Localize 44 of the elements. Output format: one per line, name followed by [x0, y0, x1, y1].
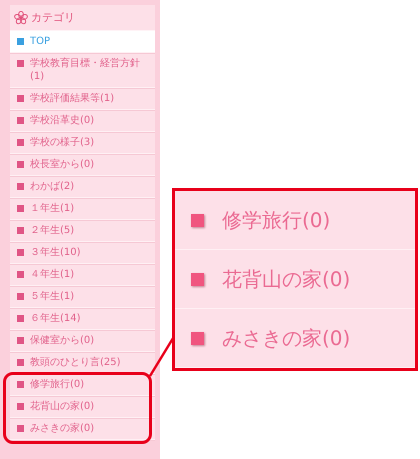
- category-item[interactable]: ２年生(5): [10, 220, 155, 242]
- callout-item: 花背山の家(0): [222, 266, 350, 292]
- square-icon: [191, 332, 204, 344]
- square-icon: [17, 95, 24, 102]
- category-item[interactable]: ６年生(14): [10, 308, 155, 330]
- category-item[interactable]: 学校沿革史(0): [10, 110, 155, 132]
- square-icon: [17, 205, 24, 212]
- category-item[interactable]: ５年生(1): [10, 286, 155, 308]
- square-icon: [17, 315, 24, 322]
- category-item[interactable]: 学校の様子(3): [10, 132, 155, 154]
- category-item[interactable]: 教頭のひとり言(25): [10, 352, 155, 374]
- category-item[interactable]: 修学旅行(0): [10, 374, 155, 396]
- square-icon: [17, 183, 24, 190]
- square-icon: [17, 161, 24, 168]
- square-icon: [17, 403, 24, 410]
- category-item[interactable]: 保健室から(0): [10, 330, 155, 352]
- category-item[interactable]: ３年生(10): [10, 242, 155, 264]
- sidebar-title: カテゴリ: [31, 10, 75, 25]
- flower-icon: [14, 10, 28, 24]
- square-icon: [17, 249, 24, 256]
- square-icon: [191, 272, 204, 286]
- category-item[interactable]: 学校評価結果等(1): [10, 88, 155, 110]
- square-icon: [17, 359, 24, 366]
- square-icon: [17, 38, 24, 45]
- square-icon: [17, 271, 24, 278]
- square-icon: [17, 337, 24, 344]
- category-item[interactable]: みさきの家(0): [10, 418, 155, 440]
- square-icon: [17, 139, 24, 146]
- callout-item: 修学旅行(0): [222, 206, 330, 234]
- square-icon: [17, 60, 24, 67]
- category-item[interactable]: わかば(2): [10, 176, 155, 198]
- category-item[interactable]: TOP: [10, 31, 155, 53]
- category-item[interactable]: 学校教育目標・経営方針(1): [10, 53, 155, 88]
- square-icon: [17, 293, 24, 300]
- square-icon: [17, 381, 24, 388]
- square-icon: [17, 227, 24, 234]
- square-icon: [17, 425, 24, 432]
- category-item[interactable]: ４年生(1): [10, 264, 155, 286]
- category-item[interactable]: １年生(1): [10, 198, 155, 220]
- square-icon: [17, 117, 24, 124]
- callout-item: みさきの家(0): [222, 324, 350, 352]
- category-item[interactable]: 校長室から(0): [10, 154, 155, 176]
- square-icon: [191, 214, 204, 226]
- category-item[interactable]: 花背山の家(0): [10, 396, 155, 418]
